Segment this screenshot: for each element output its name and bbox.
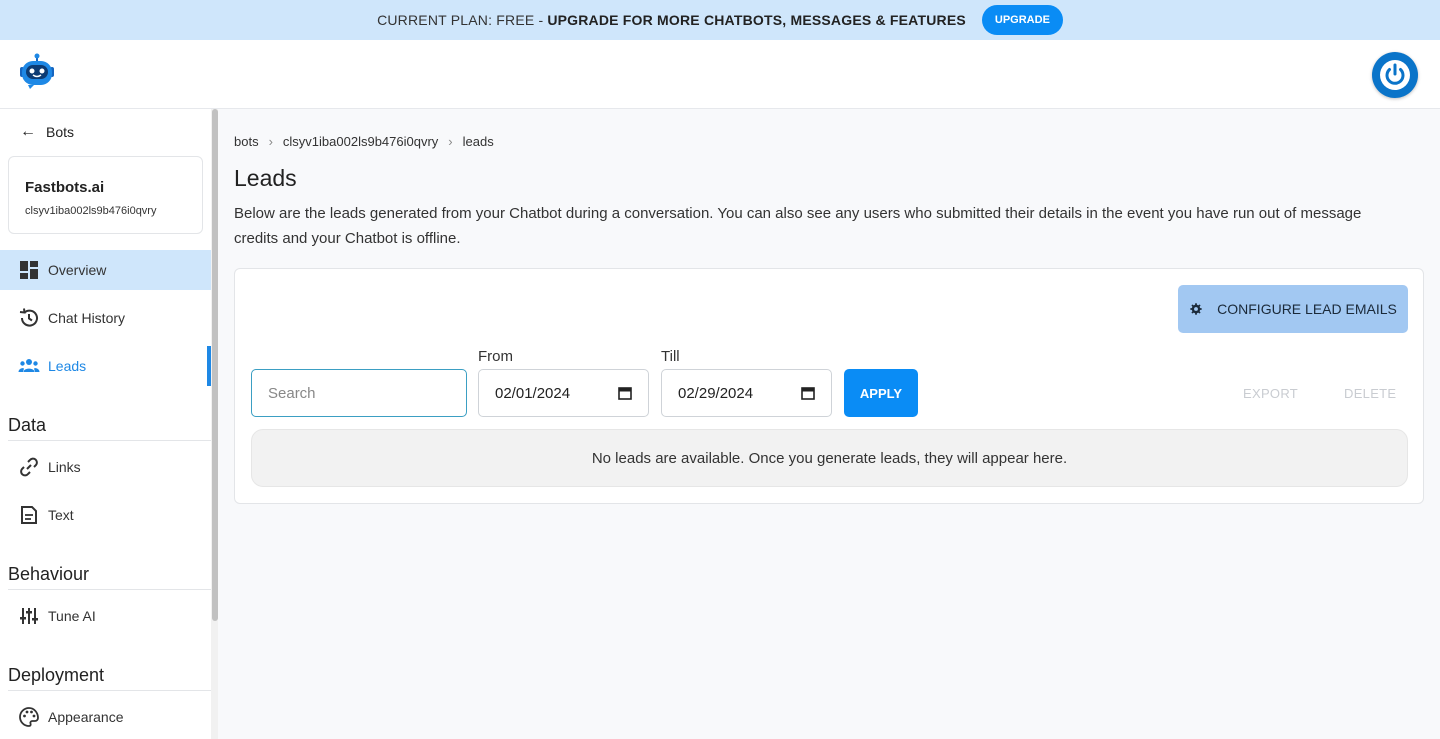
sidebar-item-label: Appearance — [48, 709, 124, 725]
sidebar-item-leads[interactable]: Leads — [0, 346, 211, 386]
sidebar-item-appearance[interactable]: Appearance — [0, 697, 211, 737]
breadcrumb-item-bots[interactable]: bots — [234, 134, 259, 149]
till-label: Till — [661, 348, 680, 365]
back-to-bots-link[interactable]: ← Bots — [20, 123, 74, 141]
sidebar-item-label: Text — [48, 507, 74, 523]
breadcrumb-item-leads: leads — [462, 134, 494, 149]
bot-name: Fastbots.ai — [25, 179, 105, 196]
page-title: Leads — [234, 165, 297, 191]
sidebar-item-label: Tune AI — [48, 608, 96, 624]
sidebar-item-text[interactable]: Text — [0, 495, 211, 535]
top-bar — [0, 40, 1440, 109]
configure-lead-emails-label: CONFIGURE LEAD EMAILS — [1217, 301, 1397, 317]
apply-button[interactable]: APPLY — [844, 369, 918, 417]
link-icon — [20, 457, 38, 477]
main-content: bots › clsyv1iba002ls9b476i0qvry › leads… — [218, 109, 1440, 739]
from-label: From — [478, 348, 513, 365]
plan-text: CURRENT PLAN: FREE — [377, 12, 535, 28]
people-icon — [18, 359, 40, 372]
empty-state-message: No leads are available. Once you generat… — [251, 429, 1408, 487]
sidebar-item-label: Chat History — [48, 310, 126, 326]
section-title-deployment: Deployment — [8, 665, 211, 691]
bot-id: clsyv1iba002ls9b476i0qvry — [25, 205, 157, 217]
calendar-icon[interactable] — [801, 386, 815, 400]
leads-panel: CONFIGURE LEAD EMAILS From 02/01/2024 Ti… — [234, 268, 1424, 504]
breadcrumb: bots › clsyv1iba002ls9b476i0qvry › leads — [234, 134, 494, 149]
banner-separator: - — [538, 12, 544, 28]
history-icon — [19, 308, 38, 327]
sliders-icon — [20, 608, 38, 624]
back-label: Bots — [46, 124, 75, 140]
from-date-value: 02/01/2024 — [495, 384, 571, 402]
upsell-text: UPGRADE FOR MORE CHATBOTS, MESSAGES & FE… — [547, 12, 966, 28]
configure-lead-emails-button[interactable]: CONFIGURE LEAD EMAILS — [1178, 285, 1408, 333]
export-button[interactable]: EXPORT — [1243, 386, 1298, 401]
sidebar-item-overview[interactable]: Overview — [0, 250, 211, 290]
sidebar: ← Bots Fastbots.ai clsyv1iba002ls9b476i0… — [0, 109, 218, 739]
power-icon[interactable] — [1372, 52, 1418, 98]
sidebar-item-tune-ai[interactable]: Tune AI — [0, 596, 211, 636]
arrow-left-icon: ← — [20, 123, 36, 140]
robot-logo-icon[interactable] — [18, 53, 56, 91]
calendar-icon[interactable] — [618, 386, 632, 400]
delete-button[interactable]: DELETE — [1344, 386, 1396, 401]
till-date-value: 02/29/2024 — [678, 384, 754, 402]
sidebar-item-chat-history[interactable]: Chat History — [0, 298, 211, 338]
sidebar-item-links[interactable]: Links — [0, 447, 211, 487]
breadcrumb-item-bot-id[interactable]: clsyv1iba002ls9b476i0qvry — [283, 134, 438, 149]
till-date-input[interactable]: 02/29/2024 — [661, 369, 832, 417]
chevron-right-icon: › — [268, 134, 273, 149]
sidebar-item-label: Leads — [48, 358, 87, 374]
plan-banner: CURRENT PLAN: FREE - UPGRADE FOR MORE CH… — [0, 0, 1440, 40]
section-title-behaviour: Behaviour — [8, 564, 211, 590]
gear-icon — [1190, 303, 1202, 315]
section-title-data: Data — [8, 415, 211, 441]
bot-card: Fastbots.ai clsyv1iba002ls9b476i0qvry — [8, 156, 203, 234]
palette-icon — [19, 707, 39, 727]
sidebar-item-label: Links — [48, 459, 81, 475]
chevron-right-icon: › — [448, 134, 453, 149]
from-date-input[interactable]: 02/01/2024 — [478, 369, 649, 417]
dashboard-icon — [20, 261, 38, 279]
upgrade-button[interactable]: UPGRADE — [981, 5, 1063, 35]
sidebar-item-label: Overview — [48, 262, 107, 278]
sidebar-scrollbar[interactable] — [211, 109, 218, 739]
document-icon — [21, 506, 37, 524]
page-description: Below are the leads generated from your … — [234, 205, 1362, 247]
search-input[interactable] — [251, 369, 467, 417]
